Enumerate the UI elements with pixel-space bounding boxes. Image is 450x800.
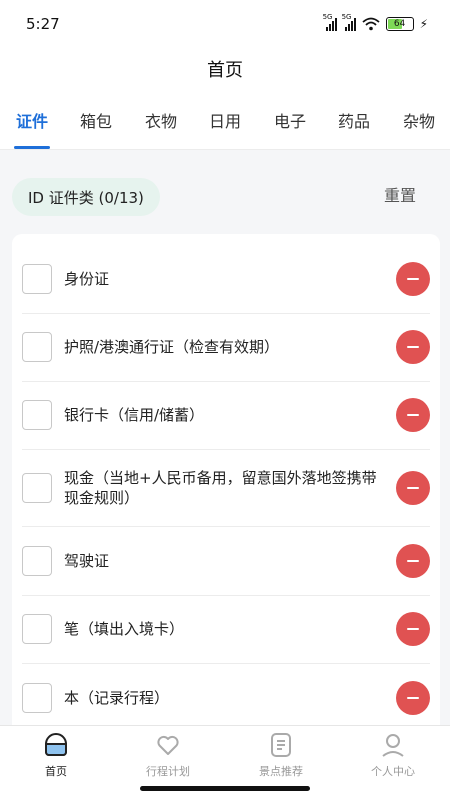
- remove-item-button[interactable]: [396, 398, 430, 432]
- bottom-nav-label: 首页: [45, 765, 67, 778]
- battery-icon: 64: [385, 17, 414, 31]
- category-progress-chip: ID 证件类 (0/13): [12, 178, 160, 216]
- minus-icon: [407, 628, 419, 630]
- charging-icon: ⚡: [419, 17, 428, 31]
- remove-item-button[interactable]: [396, 471, 430, 505]
- tab-medicine[interactable]: 药品: [334, 90, 374, 150]
- list-item: 驾驶证: [22, 530, 430, 592]
- minus-icon: [407, 278, 419, 280]
- nav-header: 首页: [0, 48, 450, 90]
- list-item: 本（记录行程）: [22, 667, 430, 729]
- divider: [22, 381, 430, 382]
- item-label: 本（记录行程）: [64, 689, 170, 707]
- list-item: 护照/港澳通行证（检查有效期）: [22, 316, 430, 378]
- minus-icon: [407, 560, 419, 562]
- divider: [22, 313, 430, 314]
- minus-icon: [407, 487, 419, 489]
- item-label: 现金（当地+人民币备用，留意国外落地签携带现金规则）: [64, 469, 377, 507]
- item-checkbox[interactable]: [22, 473, 52, 503]
- home-icon: [45, 733, 67, 756]
- status-time: 5:27: [26, 15, 60, 33]
- network-type-label: 5G: [322, 13, 333, 21]
- remove-item-button[interactable]: [396, 330, 430, 364]
- category-tabs: 证件 箱包 衣物 日用 电子 药品 杂物: [0, 90, 450, 150]
- divider: [22, 449, 430, 450]
- network-type-label: 5G: [341, 13, 352, 21]
- bottom-nav-attractions[interactable]: 景点推荐: [236, 732, 326, 782]
- heart-icon: [157, 735, 179, 755]
- tab-electronics[interactable]: 电子: [270, 90, 310, 150]
- item-label: 银行卡（信用/储蓄）: [64, 406, 205, 424]
- bottom-nav-trip-plan[interactable]: 行程计划: [123, 732, 213, 782]
- bottom-nav-label: 个人中心: [371, 765, 415, 778]
- item-label: 护照/港澳通行证（检查有效期）: [64, 338, 280, 356]
- minus-icon: [407, 697, 419, 699]
- tab-documents[interactable]: 证件: [12, 90, 52, 150]
- item-checkbox[interactable]: [22, 546, 52, 576]
- tab-daily-use[interactable]: 日用: [205, 90, 245, 150]
- tab-misc[interactable]: 杂物: [399, 90, 439, 150]
- battery-level: 64: [393, 19, 406, 29]
- divider: [22, 526, 430, 527]
- person-icon: [382, 734, 404, 757]
- remove-item-button[interactable]: [396, 544, 430, 578]
- bottom-nav-label: 景点推荐: [259, 765, 303, 778]
- item-label: 笔（填出入境卡）: [64, 620, 185, 638]
- item-checkbox[interactable]: [22, 614, 52, 644]
- bottom-nav-home[interactable]: 首页: [11, 732, 101, 782]
- status-bar: 5:27 5G 5G 64 ⚡: [0, 0, 450, 48]
- item-checkbox[interactable]: [22, 400, 52, 430]
- signal-icon: 5G: [342, 13, 356, 31]
- item-checkbox[interactable]: [22, 264, 52, 294]
- remove-item-button[interactable]: [396, 681, 430, 715]
- minus-icon: [407, 414, 419, 416]
- document-icon: [271, 733, 291, 757]
- checklist-card: 身份证 护照/港澳通行证（检查有效期） 银行卡（信用/储蓄） 现金（当地+人民币…: [12, 234, 440, 734]
- reset-button[interactable]: 重置: [374, 180, 426, 208]
- signal-icon: 5G: [323, 13, 337, 31]
- divider: [22, 595, 430, 596]
- remove-item-button[interactable]: [396, 262, 430, 296]
- item-checkbox[interactable]: [22, 332, 52, 362]
- list-item: 银行卡（信用/储蓄）: [22, 384, 430, 446]
- item-label: 身份证: [64, 270, 110, 288]
- remove-item-button[interactable]: [396, 612, 430, 646]
- list-item: 笔（填出入境卡）: [22, 598, 430, 660]
- home-indicator[interactable]: [140, 786, 310, 791]
- list-item: 现金（当地+人民币备用，留意国外落地签携带现金规则）: [22, 452, 430, 524]
- page-title: 首页: [207, 60, 243, 81]
- item-checkbox[interactable]: [22, 683, 52, 713]
- tab-clothing[interactable]: 衣物: [141, 90, 181, 150]
- list-item: 身份证: [22, 248, 430, 310]
- divider: [22, 663, 430, 664]
- status-icons: 5G 5G 64 ⚡: [323, 13, 428, 31]
- item-label: 驾驶证: [64, 552, 110, 570]
- tab-luggage[interactable]: 箱包: [76, 90, 116, 150]
- wifi-icon: [361, 17, 380, 31]
- bottom-nav-label: 行程计划: [146, 765, 190, 778]
- bottom-nav-profile[interactable]: 个人中心: [348, 732, 438, 782]
- minus-icon: [407, 346, 419, 348]
